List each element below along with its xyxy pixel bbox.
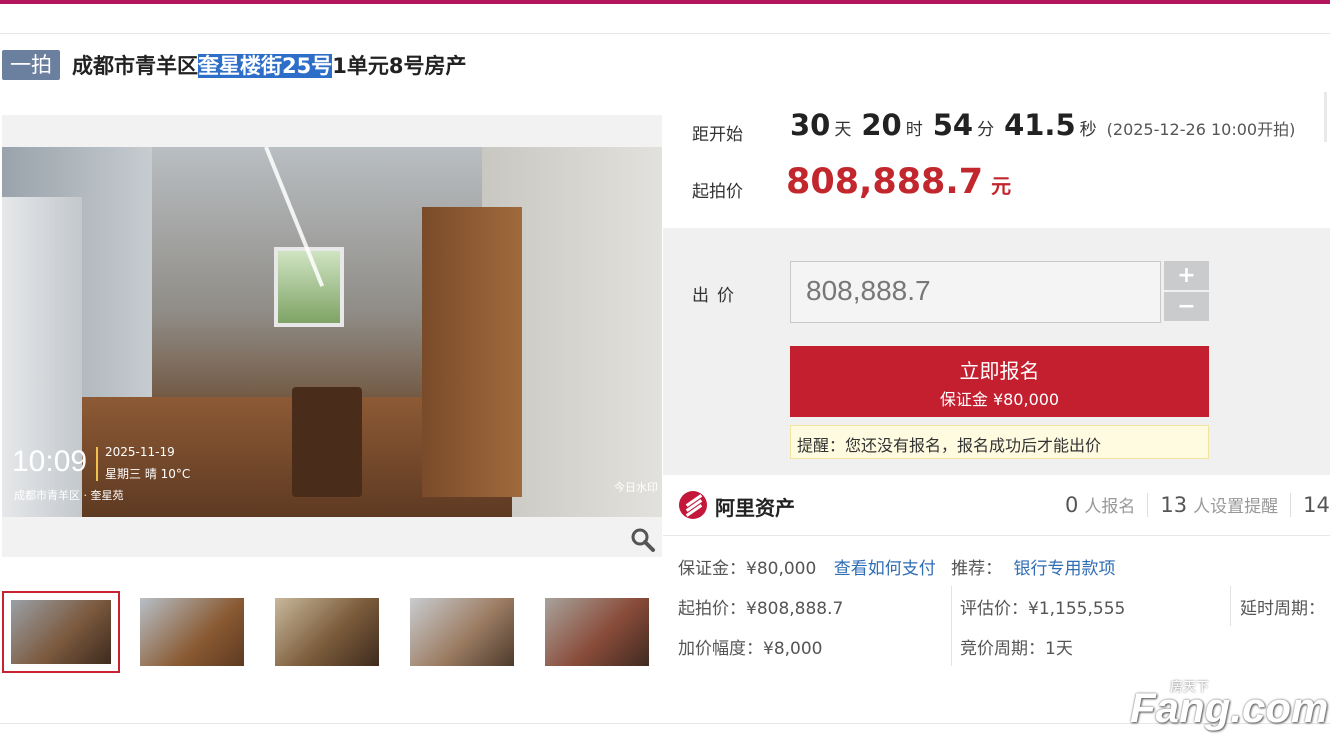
countdown-seconds-unit: 秒 xyxy=(1079,120,1097,140)
thumbnail-5[interactable] xyxy=(538,591,656,673)
reminder-label: 人设置提醒 xyxy=(1193,497,1279,517)
delay-period-detail: 延时周期： xyxy=(1240,599,1325,619)
thumbnail-image xyxy=(545,598,649,666)
watermark-date: 2025-11-19 xyxy=(105,445,175,459)
start-price-detail: 起拍价：¥808,888.7 xyxy=(678,599,844,619)
zoom-button[interactable] xyxy=(626,525,660,555)
how-to-pay-link[interactable]: 查看如何支付 xyxy=(834,559,936,579)
appraisal-detail: 评估价：¥1,155,555 xyxy=(960,599,1126,619)
countdown-label: 距开始 xyxy=(692,125,743,145)
main-photo[interactable]: 10:09 2025-11-19 星期三 晴 10°C 成都市青羊区 · 奎星苑… xyxy=(2,147,662,517)
photo-chair xyxy=(292,387,362,497)
deposit-detail: 保证金：¥80,000 查看如何支付 推荐： 银行专用款项 xyxy=(678,554,1116,579)
registration-reminder: 提醒：您还没有报名，报名成功后才能出价 xyxy=(790,425,1209,459)
photo-gallery: 10:09 2025-11-19 星期三 晴 10°C 成都市青羊区 · 奎星苑… xyxy=(2,115,662,557)
viewer-count: 14 xyxy=(1303,493,1330,517)
photo-door xyxy=(422,207,522,497)
countdown-days: 30 xyxy=(790,108,831,142)
title-suffix: 1单元8号房产 xyxy=(332,54,467,78)
bid-amount-input[interactable]: 808,888.7 xyxy=(790,261,1161,323)
increase-bid-button[interactable]: + xyxy=(1164,261,1209,290)
detail-divider xyxy=(951,586,952,666)
thumbnail-image xyxy=(11,600,111,664)
header-divider xyxy=(0,33,1330,34)
bid-period-detail: 竞价周期：1天 xyxy=(960,639,1073,659)
starting-price-label: 起拍价 xyxy=(692,182,743,202)
auction-stats: 0 人报名 13 人设置提醒 14 xyxy=(1065,492,1330,517)
starting-price-unit: 元 xyxy=(991,174,1012,198)
countdown-minutes: 54 xyxy=(932,108,974,142)
watermark-location: 成都市青羊区 · 奎星苑 xyxy=(14,489,124,502)
auction-round-tag: 一拍 xyxy=(2,50,60,80)
auction-details: 保证金：¥80,000 查看如何支付 推荐： 银行专用款项 起拍价：¥808,8… xyxy=(663,540,1330,670)
bid-panel: 出价 808,888.7 + − 立即报名 保证金 ¥80,000 提醒：您还没… xyxy=(663,228,1330,475)
decrease-bid-button[interactable]: − xyxy=(1164,292,1209,321)
thumbnail-image xyxy=(140,598,244,666)
countdown-seconds: 41.5 xyxy=(1004,108,1076,142)
thumbnail-1[interactable] xyxy=(2,591,120,673)
countdown-timer: 30 天 20 时 54 分 41.5 秒 (2025-12-26 10:00开拍) xyxy=(790,108,1295,142)
detail-divider xyxy=(1230,586,1231,626)
bank-fund-link[interactable]: 银行专用款项 xyxy=(1014,559,1116,579)
magnifier-icon xyxy=(631,528,655,552)
starting-price: 808,888.7 元 xyxy=(786,162,1011,202)
thumbnail-4[interactable] xyxy=(403,591,521,673)
panel-edge xyxy=(1324,92,1327,142)
register-now-button[interactable]: 立即报名 保证金 ¥80,000 xyxy=(790,346,1209,417)
thumbnail-image xyxy=(275,598,379,666)
countdown-hours: 20 xyxy=(861,108,902,142)
watermark-brand: 今日水印 xyxy=(614,481,658,494)
thumbnail-image xyxy=(410,598,514,666)
site-watermark: 房天下 Fang.com xyxy=(1130,676,1328,736)
starting-price-value: 808,888.7 xyxy=(786,162,984,202)
title-prefix: 成都市青羊区 xyxy=(72,54,198,78)
watermark-time: 10:09 xyxy=(12,445,88,478)
reminder-count: 13 xyxy=(1160,493,1188,517)
deposit-note: 保证金 ¥80,000 xyxy=(939,390,1060,409)
bid-label: 出价 xyxy=(692,286,742,306)
start-time-note: (2025-12-26 10:00开拍) xyxy=(1106,120,1296,139)
deposit-text: 保证金：¥80,000 xyxy=(678,559,817,579)
platform-row: 阿里资产 0 人报名 13 人设置提醒 14 xyxy=(663,478,1330,536)
site-watermark-en: Fang.com xyxy=(1130,684,1329,731)
register-button-label: 立即报名 xyxy=(959,359,1040,383)
registered-count: 0 xyxy=(1065,493,1079,517)
thumbnail-3[interactable] xyxy=(268,591,386,673)
watermark-weekday: 星期三 晴 10°C xyxy=(105,467,191,481)
watermark-separator xyxy=(96,447,98,481)
stat-divider xyxy=(1290,492,1292,517)
ali-assets-logo-icon xyxy=(679,491,707,519)
page-title: 成都市青羊区奎星楼街25号1单元8号房产 xyxy=(72,50,466,80)
title-row: 一拍 成都市青羊区奎星楼街25号1单元8号房产 xyxy=(2,46,466,84)
countdown-hours-unit: 时 xyxy=(905,120,923,140)
platform-name: 阿里资产 xyxy=(715,496,795,520)
title-highlight: 奎星楼街25号 xyxy=(198,54,333,78)
countdown-days-unit: 天 xyxy=(834,120,852,140)
countdown-minutes-unit: 分 xyxy=(977,120,995,140)
increment-detail: 加价幅度：¥8,000 xyxy=(678,639,823,659)
top-brand-bar xyxy=(0,0,1330,4)
recommend-label: 推荐： xyxy=(951,559,1003,579)
stat-divider xyxy=(1147,492,1149,517)
registered-label: 人报名 xyxy=(1084,497,1136,517)
auction-summary: 距开始 30 天 20 时 54 分 41.5 秒 (2025-12-26 10:00开… xyxy=(663,90,1330,230)
thumbnail-2[interactable] xyxy=(133,591,251,673)
